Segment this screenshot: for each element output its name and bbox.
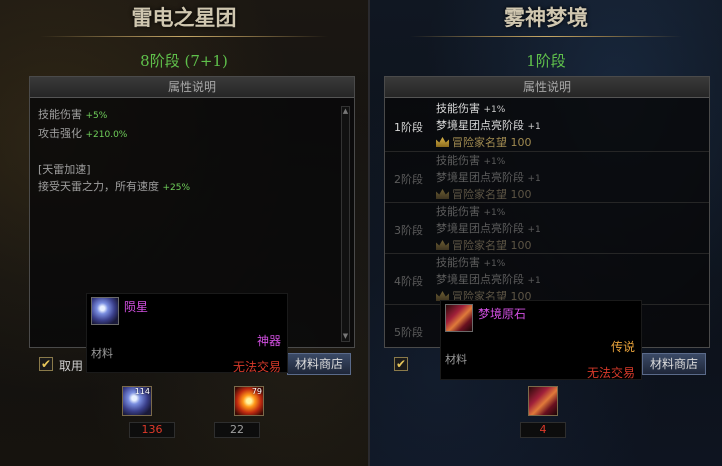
attribute-list: 技能伤害 +5% 攻击强化 +210.0% [天雷加速] 接受天雷之力，所有速度… bbox=[38, 106, 190, 197]
material-count: 22 bbox=[214, 422, 260, 438]
constellation-panel-right: 雾神梦境 1阶段 属性说明 1阶段 技能伤害 +1% 梦境星团点亮阶段 +1 冒… bbox=[370, 0, 722, 466]
tooltip-item-type: 材料 bbox=[91, 347, 113, 360]
dream-ore-icon[interactable] bbox=[528, 386, 558, 416]
material-count: 4 bbox=[520, 422, 566, 438]
panel-title: 雾神梦境 bbox=[504, 5, 588, 30]
use-material-label: 取用 bbox=[59, 359, 84, 373]
panel-title: 雷电之星团 bbox=[131, 5, 237, 30]
tooltip-trade-status: 无法交易 bbox=[232, 360, 281, 374]
material-count: 136 bbox=[129, 422, 175, 438]
attribute-box-header: 属性说明 bbox=[385, 77, 709, 98]
special-effect-title: [天雷加速] bbox=[38, 163, 91, 176]
scroll-down-arrow-icon[interactable]: ▼ bbox=[342, 332, 349, 341]
thunder-essence-icon[interactable]: 79 bbox=[234, 386, 264, 416]
title-divider bbox=[40, 36, 328, 37]
stage-row-1: 1阶段 技能伤害 +1% 梦境星团点亮阶段 +1 冒险家名望 100 bbox=[394, 102, 541, 149]
crown-icon bbox=[436, 189, 449, 199]
attribute-line: 攻击强化 +210.0% bbox=[38, 127, 128, 140]
scrollbar[interactable]: ▲ ▼ bbox=[341, 106, 350, 342]
crown-icon bbox=[436, 240, 449, 250]
special-effect-line: 接受天雷之力，所有速度 +25% bbox=[38, 180, 191, 193]
title-divider bbox=[410, 36, 682, 37]
tooltip-trade-status: 无法交易 bbox=[586, 366, 635, 380]
material-shop-button[interactable]: 材料商店 bbox=[642, 353, 706, 375]
meteor-orb-icon bbox=[91, 297, 119, 325]
item-tooltip: 陨星 神器 材料 无法交易 bbox=[86, 293, 288, 374]
meteor-orb-icon[interactable]: 114 bbox=[122, 386, 152, 416]
stage-row-4: 4阶段 技能伤害 +1% 梦境星团点亮阶段 +1 冒险家名望 100 bbox=[385, 253, 709, 304]
material-shop-button[interactable]: 材料商店 bbox=[287, 353, 351, 375]
use-material-checkbox[interactable]: ✔ bbox=[39, 357, 53, 371]
tooltip-item-type: 材料 bbox=[445, 353, 467, 366]
stage-row-3: 3阶段 技能伤害 +1% 梦境星团点亮阶段 +1 冒险家名望 100 bbox=[385, 202, 709, 253]
scroll-up-arrow-icon[interactable]: ▲ bbox=[342, 107, 349, 116]
tooltip-item-name: 梦境原石 bbox=[478, 307, 527, 321]
attribute-box-header: 属性说明 bbox=[30, 77, 354, 98]
dream-ore-icon bbox=[445, 304, 473, 332]
use-material-checkbox[interactable]: ✔ bbox=[394, 357, 408, 371]
tooltip-item-name: 陨星 bbox=[124, 300, 149, 314]
constellation-panel-left: 雷电之星团 8阶段 (7+1) 属性说明 技能伤害 +5% 攻击强化 +210.… bbox=[0, 0, 368, 466]
stage-indicator: 8阶段 (7+1) bbox=[140, 52, 228, 70]
tooltip-rarity: 传说 bbox=[610, 340, 635, 354]
crown-icon bbox=[436, 137, 449, 147]
tooltip-rarity: 神器 bbox=[256, 334, 281, 348]
attribute-line: 技能伤害 +5% bbox=[38, 108, 108, 121]
item-tooltip: 梦境原石 传说 材料 无法交易 bbox=[440, 300, 642, 380]
stage-row-2: 2阶段 技能伤害 +1% 梦境星团点亮阶段 +1 冒险家名望 100 bbox=[385, 151, 709, 202]
stage-indicator: 1阶段 bbox=[526, 52, 566, 70]
